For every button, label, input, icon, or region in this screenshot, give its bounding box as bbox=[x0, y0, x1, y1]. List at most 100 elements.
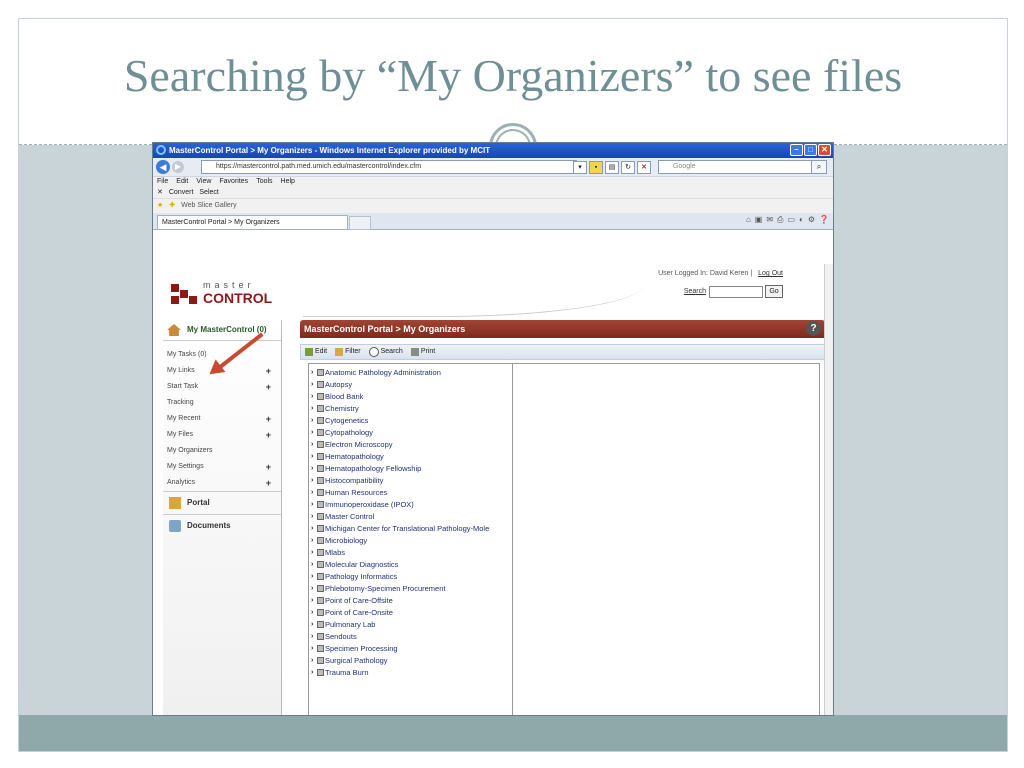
stop-icon[interactable]: ✕ bbox=[637, 161, 651, 174]
search-button[interactable]: Search bbox=[368, 345, 403, 359]
expand-chevron-icon[interactable]: › bbox=[311, 439, 313, 451]
expand-chevron-icon[interactable]: › bbox=[311, 391, 313, 403]
expand-chevron-icon[interactable]: › bbox=[311, 415, 313, 427]
expand-chevron-icon[interactable]: › bbox=[311, 595, 313, 607]
expand-plus-icon[interactable]: + bbox=[266, 459, 271, 475]
sidebar-item-analytics[interactable]: Analytics + bbox=[163, 475, 281, 491]
expand-chevron-icon[interactable]: › bbox=[311, 523, 313, 535]
sidebar-item-start-task[interactable]: Start Task + bbox=[163, 379, 281, 395]
expand-chevron-icon[interactable]: › bbox=[311, 475, 313, 487]
compat-view-icon[interactable]: ▤ bbox=[605, 161, 619, 174]
new-tab-button[interactable] bbox=[349, 216, 371, 230]
folder-item[interactable]: › Microbiology bbox=[311, 535, 511, 547]
folder-item[interactable]: › Specimen Processing bbox=[311, 643, 511, 655]
menu-edit[interactable]: Edit bbox=[176, 177, 188, 187]
home-icon[interactable]: ⌂ bbox=[746, 215, 751, 225]
expand-chevron-icon[interactable]: › bbox=[311, 511, 313, 523]
sidebar-item-my-organizers[interactable]: My Organizers bbox=[163, 443, 281, 459]
maximize-button[interactable]: □ bbox=[804, 144, 817, 156]
refresh-icon[interactable]: ↻ bbox=[621, 161, 635, 174]
folder-item[interactable]: › Point of Care-Onsite bbox=[311, 607, 511, 619]
folder-item[interactable]: › Pulmonary Lab bbox=[311, 619, 511, 631]
expand-chevron-icon[interactable]: › bbox=[311, 631, 313, 643]
expand-chevron-icon[interactable]: › bbox=[311, 427, 313, 439]
menu-help[interactable]: Help bbox=[281, 177, 295, 187]
folder-item[interactable]: › Trauma Burn bbox=[311, 667, 511, 679]
folder-item[interactable]: › Autopsy bbox=[311, 379, 511, 391]
filter-button[interactable]: Filter bbox=[335, 345, 361, 359]
edit-button[interactable]: Edit bbox=[305, 345, 327, 359]
folder-item[interactable]: › Phlebotomy-Specimen Procurement bbox=[311, 583, 511, 595]
close-toolbar-icon[interactable]: ✕ bbox=[157, 187, 163, 198]
expand-chevron-icon[interactable]: › bbox=[311, 379, 313, 391]
help-circle-icon[interactable]: ❓ bbox=[819, 215, 829, 225]
sidebar-section-portal[interactable]: Portal bbox=[163, 491, 281, 514]
expand-chevron-icon[interactable]: › bbox=[311, 451, 313, 463]
folder-item[interactable]: › Master Control bbox=[311, 511, 511, 523]
expand-plus-icon[interactable]: + bbox=[266, 363, 271, 379]
expand-chevron-icon[interactable]: › bbox=[311, 655, 313, 667]
expand-chevron-icon[interactable]: › bbox=[311, 535, 313, 547]
folder-item[interactable]: › Immunoperoxidase (IPOX) bbox=[311, 499, 511, 511]
expand-plus-icon[interactable]: + bbox=[266, 475, 271, 491]
url-input[interactable]: https://mastercontrol.path.med.umich.edu… bbox=[201, 160, 577, 174]
tools-gear-icon[interactable]: ⚙ bbox=[808, 215, 815, 225]
folder-item[interactable]: › Blood Bank bbox=[311, 391, 511, 403]
dropdown-chevron-icon[interactable]: ▾ bbox=[573, 161, 587, 174]
expand-chevron-icon[interactable]: › bbox=[311, 667, 313, 679]
folder-item[interactable]: › Anatomic Pathology Administration bbox=[311, 367, 511, 379]
page-icon[interactable]: ▭ bbox=[787, 215, 795, 225]
folder-item[interactable]: › Pathology Informatics bbox=[311, 571, 511, 583]
expand-chevron-icon[interactable]: › bbox=[311, 583, 313, 595]
folder-item[interactable]: › Electron Microscopy bbox=[311, 439, 511, 451]
add-favorite-icon[interactable]: ✚ bbox=[169, 199, 175, 213]
expand-chevron-icon[interactable]: › bbox=[311, 403, 313, 415]
forward-button[interactable]: ▶ bbox=[172, 161, 184, 173]
folder-item[interactable]: › Surgical Pathology bbox=[311, 655, 511, 667]
folder-item[interactable]: › Histocompatibility bbox=[311, 475, 511, 487]
back-button[interactable]: ◀ bbox=[156, 160, 170, 174]
web-search-input[interactable]: Google bbox=[658, 160, 824, 174]
menu-file[interactable]: File bbox=[157, 177, 168, 187]
print-icon[interactable]: ⎙ bbox=[777, 215, 783, 225]
sidebar-section-documents[interactable]: Documents bbox=[163, 514, 281, 537]
expand-chevron-icon[interactable]: › bbox=[311, 559, 313, 571]
favorites-star-icon[interactable]: ★ bbox=[157, 199, 163, 213]
portal-search-link[interactable]: Search bbox=[684, 288, 706, 295]
expand-chevron-icon[interactable]: › bbox=[311, 547, 313, 559]
expand-chevron-icon[interactable]: › bbox=[311, 487, 313, 499]
expand-chevron-icon[interactable]: › bbox=[311, 571, 313, 583]
sidebar-item-my-files[interactable]: My Files + bbox=[163, 427, 281, 443]
print-button[interactable]: Print bbox=[410, 345, 435, 359]
expand-plus-icon[interactable]: + bbox=[266, 411, 271, 427]
menu-view[interactable]: View bbox=[196, 177, 211, 187]
sidebar-item-my-settings[interactable]: My Settings + bbox=[163, 459, 281, 475]
folder-item[interactable]: › Molecular Diagnostics bbox=[311, 559, 511, 571]
safety-icon[interactable]: ◐ bbox=[799, 215, 804, 225]
minimize-button[interactable]: – bbox=[790, 144, 803, 156]
sidebar-item-tracking[interactable]: Tracking bbox=[163, 395, 281, 411]
expand-chevron-icon[interactable]: › bbox=[311, 643, 313, 655]
expand-chevron-icon[interactable]: › bbox=[311, 607, 313, 619]
folder-item[interactable]: › Human Resources bbox=[311, 487, 511, 499]
expand-chevron-icon[interactable]: › bbox=[311, 619, 313, 631]
tab-active[interactable]: MasterControl Portal > My Organizers bbox=[157, 215, 348, 229]
menu-favorites[interactable]: Favorites bbox=[219, 177, 248, 187]
folder-item[interactable]: › Michigan Center for Translational Patho… bbox=[311, 523, 511, 535]
sidebar-item-my-recent[interactable]: My Recent + bbox=[163, 411, 281, 427]
expand-chevron-icon[interactable]: › bbox=[311, 463, 313, 475]
search-magnifier-icon[interactable]: ⌕ bbox=[811, 160, 827, 174]
portal-search-input[interactable] bbox=[709, 286, 763, 298]
mail-icon[interactable]: ✉ bbox=[766, 215, 773, 225]
sidebar-item-my-tasks[interactable]: My Tasks (0) bbox=[163, 347, 281, 363]
menu-tools[interactable]: Tools bbox=[256, 177, 272, 187]
convert-button[interactable]: Convert bbox=[169, 187, 194, 198]
sidebar-header[interactable]: My MasterControl (0) bbox=[163, 320, 281, 341]
expand-plus-icon[interactable]: + bbox=[266, 427, 271, 443]
close-window-button[interactable]: ✕ bbox=[818, 144, 831, 156]
expand-chevron-icon[interactable]: › bbox=[311, 367, 313, 379]
feeds-icon[interactable]: ▣ bbox=[755, 215, 763, 225]
select-button[interactable]: Select bbox=[199, 187, 218, 198]
pane-splitter[interactable] bbox=[512, 364, 513, 715]
vertical-scrollbar[interactable] bbox=[824, 264, 833, 715]
